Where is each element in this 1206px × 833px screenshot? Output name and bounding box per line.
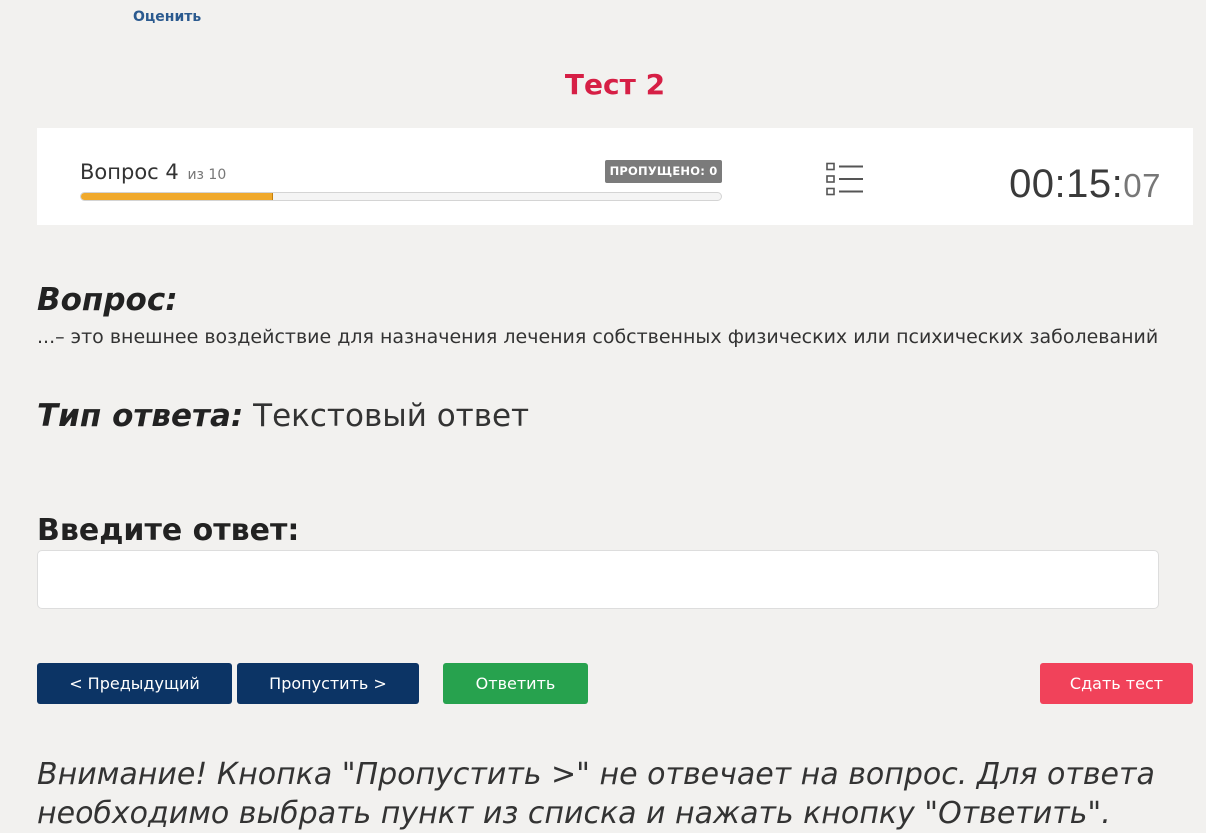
timer-main: 00:15: [1009,162,1124,206]
answer-type: Тип ответа: Текстовый ответ [37,398,529,434]
rate-link[interactable]: Оценить [133,9,201,25]
question-total: из 10 [187,167,227,183]
question-list-icon[interactable] [826,162,864,196]
question-heading: Вопрос: [37,282,178,318]
answer-button[interactable]: Ответить [443,663,588,704]
timer-seconds: 07 [1123,167,1161,204]
question-number: Вопрос 4 [80,160,179,184]
progress-bar [80,192,722,201]
skip-button[interactable]: Пропустить > [237,663,419,704]
progress-fill [81,193,273,200]
answer-type-value: Текстовый ответ [253,398,530,434]
question-text: ...– это внешнее воздействие для назначе… [37,326,1159,348]
answer-label: Введите ответ: [37,513,300,548]
question-counter: Вопрос 4 из 10 [80,160,226,184]
status-panel: Вопрос 4 из 10 ПРОПУЩЕНО: 0 00:15:07 [37,128,1193,225]
timer: 00:15:07 [1009,162,1161,207]
previous-button[interactable]: < Предыдущий [37,663,232,704]
submit-test-button[interactable]: Сдать тест [1040,663,1193,704]
skipped-badge: ПРОПУЩЕНО: 0 [605,160,722,183]
test-title: Тест 2 [564,68,666,101]
warning-text: Внимание! Кнопка "Пропустить >" не отвеч… [37,757,1155,831]
answer-type-label: Тип ответа: [37,398,244,434]
answer-input[interactable] [37,550,1159,609]
